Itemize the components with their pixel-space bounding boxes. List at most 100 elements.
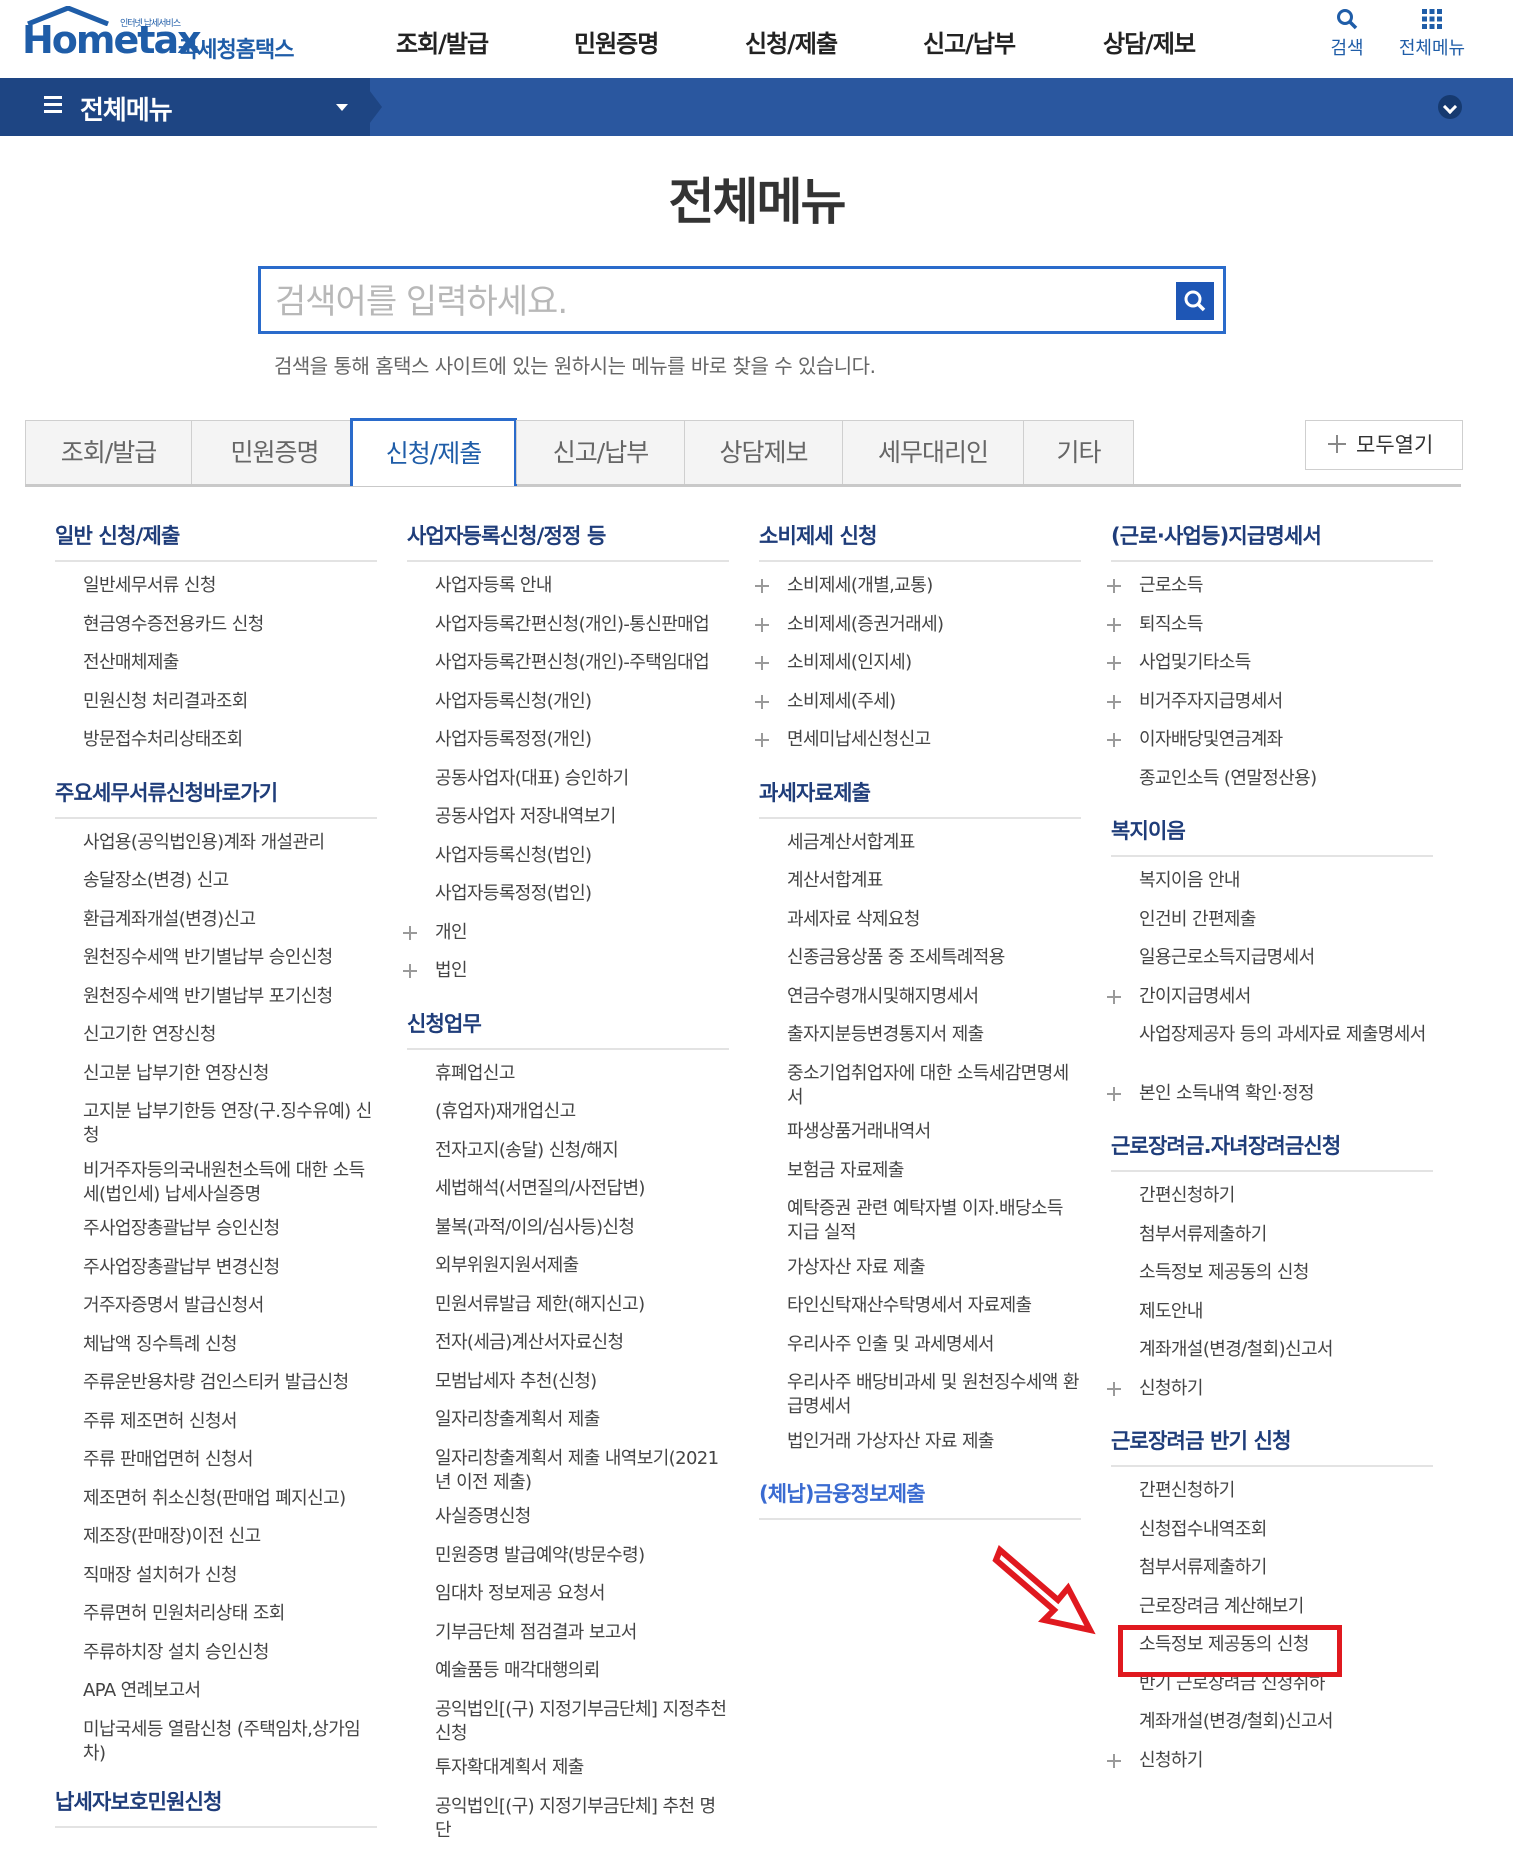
menu-item[interactable]: 일반세무서류 신청 xyxy=(83,574,377,598)
menu-item[interactable]: 간편신청하기 xyxy=(1139,1184,1433,1208)
menu-item[interactable]: 제조장(판매장)이전 신고 xyxy=(83,1525,377,1549)
menu-item[interactable]: 사업장제공자 등의 과세자료 제출명세서 xyxy=(1139,1023,1433,1047)
menu-item[interactable]: 민원서류발급 제한(해지신고) xyxy=(435,1293,729,1317)
menu-item[interactable]: 사업자등록신청(법인) xyxy=(435,844,729,868)
section-title[interactable]: 주요세무서류신청바로가기 xyxy=(55,777,278,807)
menu-item[interactable]: 사실증명신청 xyxy=(435,1505,729,1529)
menu-item[interactable]: 기부금단체 점검결과 보고서 xyxy=(435,1621,729,1645)
menu-item[interactable]: 모범납세자 추천(신청) xyxy=(435,1370,729,1394)
menu-item[interactable]: 예술품등 매각대행의뢰 xyxy=(435,1659,729,1683)
menu-item[interactable]: 거주자증명서 발급신청서 xyxy=(83,1294,377,1318)
section-title[interactable]: 과세자료제출 xyxy=(759,777,871,807)
menu-item[interactable]: 법인거래 가상자산 자료 제출 xyxy=(787,1430,1081,1454)
menu-item[interactable]: 근로소득 xyxy=(1107,574,1433,598)
menu-search-button[interactable] xyxy=(1176,282,1214,320)
menu-item[interactable]: 주류 제조면허 신청서 xyxy=(83,1410,377,1434)
menu-item[interactable]: 방문접수처리상태조회 xyxy=(83,728,377,752)
menu-item[interactable]: 신청하기 xyxy=(1107,1749,1433,1773)
menu-item[interactable]: 가상자산 자료 제출 xyxy=(787,1256,1081,1280)
menu-item[interactable]: 전자고지(송달) 신청/해지 xyxy=(435,1139,729,1163)
tab-application[interactable]: 신청/제출 xyxy=(350,418,517,486)
menu-item[interactable]: 우리사주 인출 및 과세명세서 xyxy=(787,1333,1081,1357)
menu-item[interactable]: 일자리창출계획서 제출 내역보기(2021년 이전 제출) xyxy=(435,1447,729,1495)
menu-item[interactable]: 신고기한 연장신청 xyxy=(83,1023,377,1047)
menu-item[interactable]: 주류하치장 설치 승인신청 xyxy=(83,1641,377,1665)
menu-item[interactable]: 사업자등록신청(개인) xyxy=(435,690,729,714)
hometax-logo[interactable]: 인터넷 납세서비스 Hometax 국세청홈택스 xyxy=(22,6,302,64)
menu-item[interactable]: (휴업자)재개업신고 xyxy=(435,1100,729,1124)
menu-item[interactable]: 중소기업취업자에 대한 소득세감면명세서 xyxy=(787,1062,1081,1110)
menu-bar-selector[interactable]: 전체메뉴 xyxy=(0,78,370,136)
menu-item[interactable]: 사업자등록간편신청(개인)-주택임대업 xyxy=(435,651,729,675)
nav-consult[interactable]: 상담/제보 xyxy=(1103,24,1196,59)
menu-search-input[interactable] xyxy=(273,279,1157,325)
menu-item[interactable]: 이자배당및연금계좌 xyxy=(1107,728,1433,752)
menu-item[interactable]: 신청접수내역조회 xyxy=(1139,1518,1433,1542)
menu-item[interactable]: 공익법인[(구) 지정기부금단체] 지정추천 신청 xyxy=(435,1698,729,1746)
menu-item[interactable]: 체납액 징수특례 신청 xyxy=(83,1333,377,1357)
menu-item[interactable]: 비거주자지급명세서 xyxy=(1107,690,1433,714)
menu-item[interactable]: 복지이음 안내 xyxy=(1139,869,1433,893)
menu-item[interactable]: 타인신탁재산수탁명세서 자료제출 xyxy=(787,1294,1081,1318)
menu-item[interactable]: 과세자료 삭제요청 xyxy=(787,908,1081,932)
menu-item[interactable]: 간이지급명세서 xyxy=(1107,985,1433,1009)
tab-tax-agent[interactable]: 세무대리인 xyxy=(842,420,1024,484)
menu-item[interactable]: 불복(과적/이의/심사등)신청 xyxy=(435,1216,729,1240)
menu-item[interactable]: 비거주자등의국내원천소득에 대한 소득세(법인세) 납세사실증명 xyxy=(83,1159,377,1207)
menu-item[interactable]: 사업및기타소득 xyxy=(1107,651,1433,675)
menu-item[interactable]: 면세미납세신청신고 xyxy=(755,728,1081,752)
menu-item[interactable]: 고지분 납부기한등 연장(구.징수유예) 신청 xyxy=(83,1100,377,1148)
menu-item[interactable]: 소득정보 제공동의 신청 xyxy=(1139,1261,1433,1285)
menu-item[interactable]: 원천징수세액 반기별납부 승인신청 xyxy=(83,946,377,970)
menu-item[interactable]: 주사업장총괄납부 승인신청 xyxy=(83,1217,377,1241)
menu-item[interactable]: 공익법인[(구) 지정기부금단체] 추천 명단 xyxy=(435,1795,729,1843)
menu-item[interactable]: 계좌개설(변경/철회)신고서 xyxy=(1139,1710,1433,1734)
menu-item[interactable]: 계좌개설(변경/철회)신고서 xyxy=(1139,1338,1433,1362)
menu-item[interactable]: 보험금 자료제출 xyxy=(787,1159,1081,1183)
menu-item[interactable]: 송달장소(변경) 신고 xyxy=(83,869,377,893)
section-title[interactable]: 근로장려금 반기 신청 xyxy=(1111,1425,1292,1455)
menu-item[interactable]: 주사업장총괄납부 변경신청 xyxy=(83,1256,377,1280)
menu-item[interactable]: 제조면허 취소신청(판매업 폐지신고) xyxy=(83,1487,377,1511)
menu-item[interactable]: 세금계산서합계표 xyxy=(787,831,1081,855)
section-title[interactable]: 복지이음 xyxy=(1111,815,1186,845)
menu-item[interactable]: 우리사주 배당비과세 및 원천징수세액 환급명세서 xyxy=(787,1371,1081,1419)
tab-report-payment[interactable]: 신고/납부 xyxy=(516,420,685,484)
open-all-button[interactable]: 모두열기 xyxy=(1305,420,1463,470)
menu-item[interactable]: 직매장 설치허가 신청 xyxy=(83,1564,377,1588)
menu-item[interactable]: 종교인소득 (연말정산용) xyxy=(1139,767,1433,791)
menu-item-highlighted[interactable]: 근로장려금 계산해보기 xyxy=(1139,1595,1433,1619)
menu-item[interactable]: 공동사업자 저장내역보기 xyxy=(435,805,729,829)
menu-item[interactable]: 첨부서류제출하기 xyxy=(1139,1223,1433,1247)
tab-inquiry[interactable]: 조회/발급 xyxy=(25,420,192,484)
menu-item[interactable]: 휴폐업신고 xyxy=(435,1062,729,1086)
menu-item[interactable]: 소비제세(주세) xyxy=(755,690,1081,714)
menu-item[interactable]: 일자리창출계획서 제출 xyxy=(435,1408,729,1432)
menu-item[interactable]: 퇴직소득 xyxy=(1107,613,1433,637)
section-title[interactable]: 근로장려금.자녀장려금신청 xyxy=(1111,1130,1341,1160)
section-title[interactable]: 일반 신청/제출 xyxy=(55,520,180,550)
menu-item[interactable]: 주류면허 민원처리상태 조회 xyxy=(83,1602,377,1626)
menu-item[interactable]: 파생상품거래내역서 xyxy=(787,1120,1081,1144)
nav-application[interactable]: 신청/제출 xyxy=(745,24,838,59)
menu-item[interactable]: 외부위원지원서제출 xyxy=(435,1254,729,1278)
menu-item[interactable]: 신종금융상품 중 조세특례적용 xyxy=(787,946,1081,970)
menu-item[interactable]: 출자지분등변경통지서 제출 xyxy=(787,1023,1081,1047)
menu-item[interactable]: 계산서합계표 xyxy=(787,869,1081,893)
menu-item[interactable]: 소비제세(개별,교통) xyxy=(755,574,1081,598)
header-all-menu-button[interactable]: 전체메뉴 xyxy=(1386,8,1478,60)
header-search-button[interactable]: 검색 xyxy=(1325,8,1369,60)
menu-item[interactable]: 인건비 간편제출 xyxy=(1139,908,1433,932)
menu-item[interactable]: 임대차 정보제공 요청서 xyxy=(435,1582,729,1606)
menu-item[interactable]: 민원신청 처리결과조회 xyxy=(83,690,377,714)
section-title[interactable]: 납세자보호민원신청 xyxy=(55,1786,222,1816)
menu-item[interactable]: 일용근로소득지급명세서 xyxy=(1139,946,1433,970)
nav-inquiry[interactable]: 조회/발급 xyxy=(396,24,489,59)
menu-item[interactable]: 사업용(공익법인용)계좌 개설관리 xyxy=(83,831,377,855)
tab-consult-report[interactable]: 상담제보 xyxy=(684,420,843,484)
menu-item[interactable]: 소비제세(인지세) xyxy=(755,651,1081,675)
tab-etc[interactable]: 기타 xyxy=(1023,420,1134,484)
menu-item[interactable]: 세법해석(서면질의/사전답변) xyxy=(435,1177,729,1201)
menu-item[interactable]: 사업자등록간편신청(개인)-통신판매업 xyxy=(435,613,729,637)
menu-item[interactable]: 제도안내 xyxy=(1139,1300,1433,1324)
